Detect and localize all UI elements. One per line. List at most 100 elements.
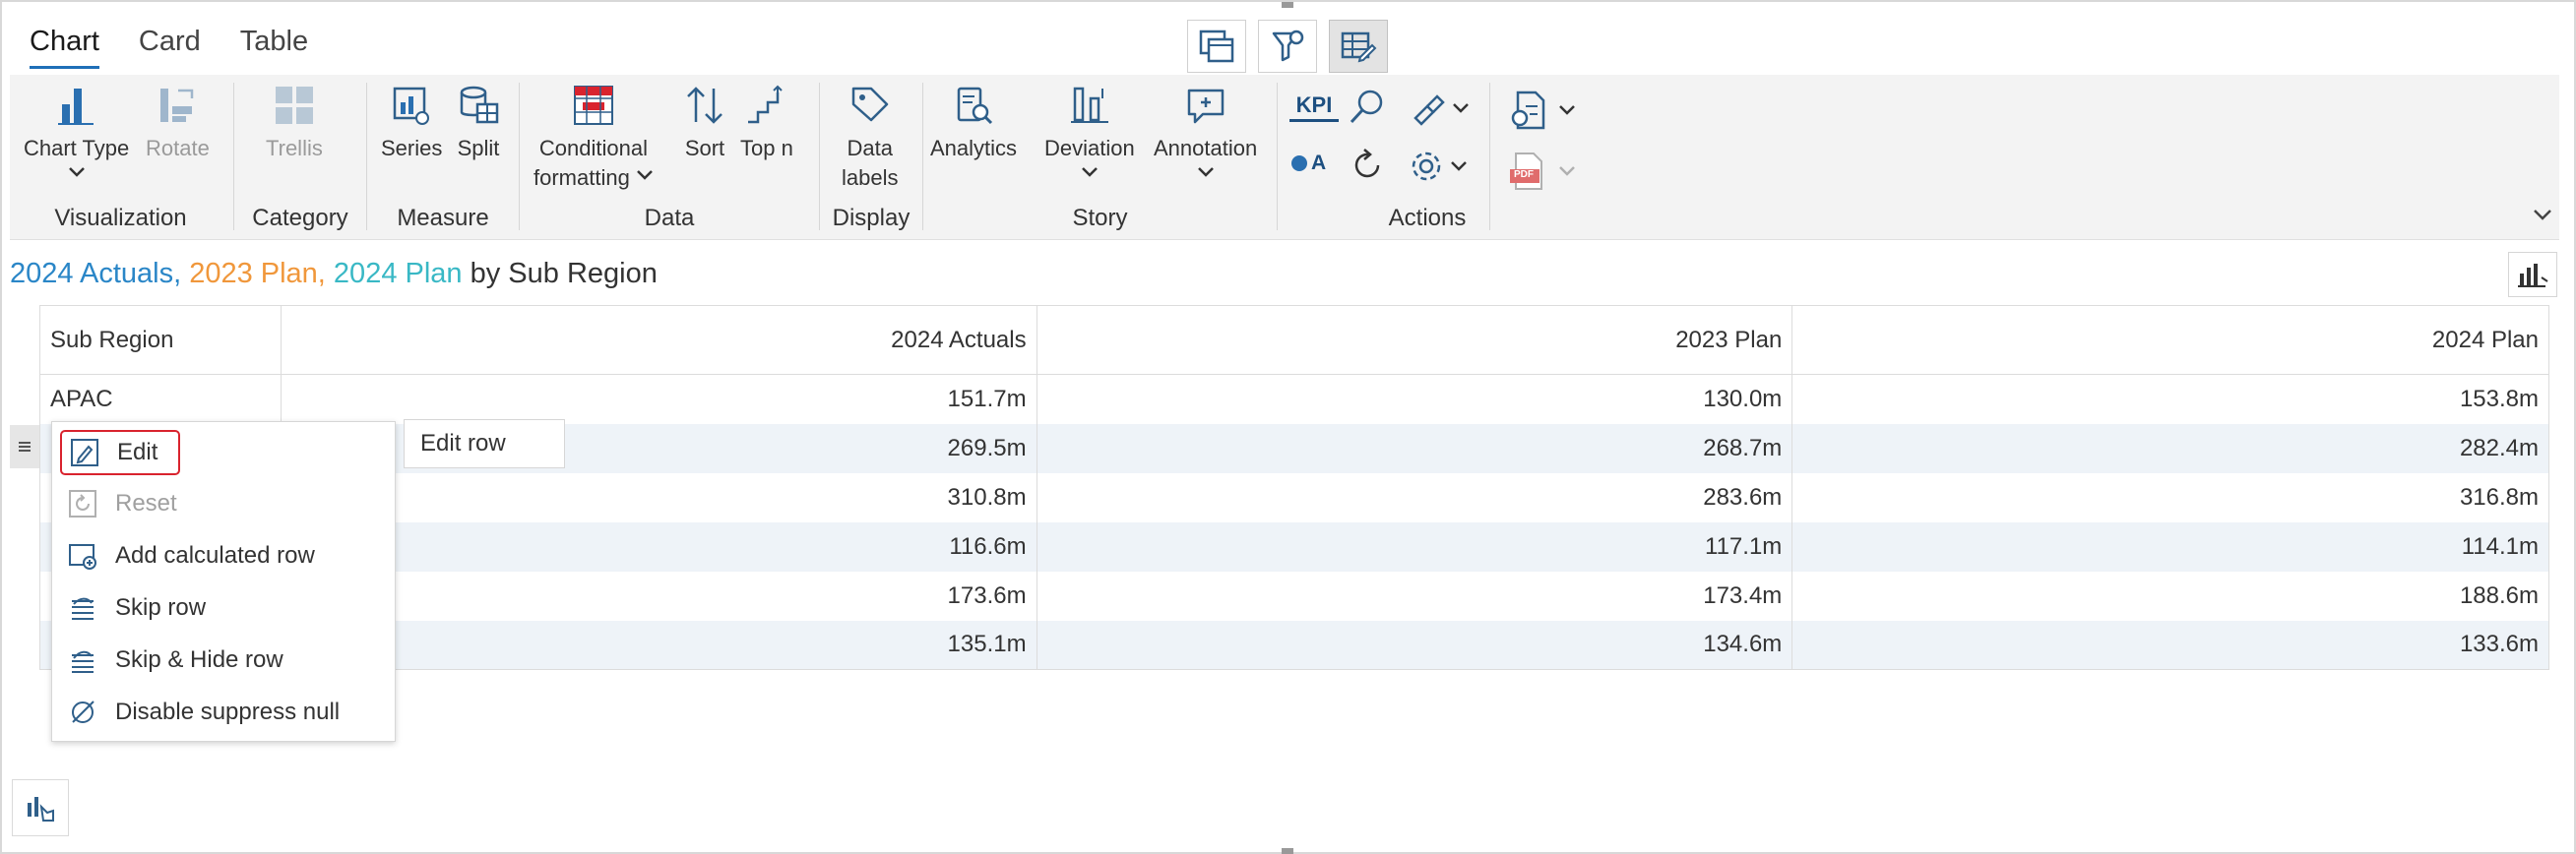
data-labels-button[interactable]: Data labels (842, 83, 898, 193)
ribbon-toolbar: Chart Type Rotate Visualization Trellis (10, 75, 2559, 240)
rotate-label: Rotate (146, 136, 210, 160)
tab-chart[interactable]: Chart (30, 26, 99, 69)
paintbrush-icon (1414, 94, 1445, 126)
story-group-label: Story (1072, 205, 1128, 231)
format-brush-button[interactable] (1408, 89, 1471, 128)
trellis-button[interactable]: Trellis (266, 83, 323, 163)
gear-icon (1412, 152, 1441, 181)
conditional-label: Conditional (538, 136, 648, 160)
value-cell: 282.4m (1791, 423, 2549, 473)
pdf-export-button[interactable]: PDF (1506, 150, 1577, 193)
chart-type-label: Chart Type (24, 136, 130, 160)
resize-handle[interactable] (1282, 2, 1293, 8)
top-n-button[interactable]: Top n (740, 83, 793, 163)
search-button[interactable] (1347, 87, 1388, 133)
analytics-button[interactable]: Analytics (930, 83, 1017, 163)
row-menu-handle[interactable] (10, 425, 39, 468)
sort-button[interactable]: Sort (682, 83, 727, 163)
column-header[interactable]: 2024 Plan (1791, 305, 2549, 375)
value-cell: 188.6m (1791, 571, 2549, 621)
ribbon-collapse-button[interactable] (2532, 207, 2553, 227)
row-context-menu: Edit Reset Add calculated row Skip row S… (51, 421, 396, 742)
column-header[interactable]: 2023 Plan (1037, 305, 1793, 375)
table-row[interactable]: 173.6m 173.4m 188.6m (39, 571, 2549, 621)
value-cell: 134.6m (1037, 620, 1793, 670)
menu-item-label: Reset (115, 490, 177, 517)
top-n-label: Top n (740, 136, 793, 160)
skip-hide-row-icon (72, 650, 94, 673)
chevron-down-icon (636, 170, 653, 180)
rotate-button[interactable]: Rotate (146, 83, 210, 163)
deviation-icon (1070, 87, 1108, 123)
menu-item-reset[interactable]: Reset (60, 481, 177, 526)
table-row[interactable]: 116.6m 117.1m 114.1m (39, 521, 2549, 572)
chart-window-toggle[interactable] (1187, 20, 1246, 73)
group-visualization: Chart Type Rotate Visualization (10, 75, 231, 240)
hamburger-icon (19, 442, 31, 452)
table-row[interactable]: 310.8m 283.6m 316.8m (39, 472, 2549, 522)
conditional-formatting-button[interactable]: Conditional formatting (534, 83, 654, 193)
chart-gesture-icon (28, 797, 54, 822)
chevron-down-icon (1559, 166, 1575, 176)
formatting-label: formatting (534, 165, 630, 190)
menu-item-edit[interactable]: Edit (60, 430, 180, 475)
display-group-label: Display (832, 205, 911, 231)
table-row[interactable]: 135.1m 134.6m 133.6m (39, 620, 2549, 670)
group-category: Trellis Category (236, 75, 364, 240)
tab-card[interactable]: Card (139, 26, 201, 69)
value-cell: 268.7m (1037, 423, 1793, 473)
chart-options-button[interactable] (2508, 252, 2557, 297)
conditional-formatting-icon (573, 86, 613, 125)
tab-table[interactable]: Table (240, 26, 308, 69)
resize-handle[interactable] (1282, 848, 1293, 854)
chart-type-button[interactable]: Chart Type (24, 83, 129, 185)
refresh-button[interactable] (1349, 146, 1388, 190)
settings-button[interactable] (1408, 148, 1469, 185)
deviation-button[interactable]: Deviation (1044, 83, 1135, 185)
chart-assistant-button[interactable] (12, 779, 69, 836)
disable-null-icon (72, 701, 94, 723)
search-icon (1350, 90, 1383, 124)
column-header[interactable]: 2024 Actuals (281, 305, 1037, 375)
value-cell: 117.1m (1037, 521, 1793, 572)
value-cell: 316.8m (1791, 472, 2549, 522)
chart-settings-icon (2518, 264, 2548, 287)
table-row[interactable]: APAC 151.7m 130.0m 153.8m (39, 374, 2549, 424)
series-label: Series (381, 136, 443, 160)
skip-row-icon (72, 597, 94, 620)
measure-group-label: Measure (397, 205, 489, 231)
value-cell: 133.6m (1791, 620, 2549, 670)
group-story: Analytics Deviation Annotation Story (925, 75, 1275, 240)
menu-item-label: Add calculated row (115, 542, 315, 569)
value-cell: 283.6m (1037, 472, 1793, 522)
tag-icon (851, 87, 888, 122)
ribbon-separator (1277, 83, 1278, 230)
ribbon-separator (922, 83, 923, 230)
annotation-icon (1187, 89, 1224, 124)
legend-button[interactable]: A (1291, 152, 1326, 175)
top-n-icon (747, 85, 783, 124)
series-button[interactable]: Series (381, 83, 442, 163)
group-measure: Series Split Measure (369, 75, 517, 240)
title-series-2: 2023 Plan, (181, 258, 326, 289)
export-settings-button[interactable] (1506, 89, 1577, 132)
sort-icon (687, 87, 723, 124)
menu-item-add-calculated-row[interactable]: Add calculated row (60, 533, 315, 579)
data-labels-label-1: Data (847, 136, 893, 160)
dot-icon (1291, 155, 1307, 171)
column-header[interactable]: Sub Region (39, 305, 282, 375)
annotation-button[interactable]: Annotation (1154, 83, 1257, 185)
menu-item-skip-hide-row[interactable]: Skip & Hide row (60, 638, 283, 683)
value-cell: 153.8m (1791, 374, 2549, 424)
table-edit-toggle[interactable] (1329, 20, 1388, 73)
edit-row-tooltip: Edit row (404, 419, 565, 468)
menu-item-disable-suppress-null[interactable]: Disable suppress null (60, 690, 340, 735)
ribbon-separator (519, 83, 520, 230)
split-button[interactable]: Split (456, 83, 501, 163)
chevron-down-icon (1451, 161, 1467, 171)
filter-toggle[interactable] (1258, 20, 1317, 73)
kpi-button[interactable]: KPI (1289, 92, 1339, 122)
menu-item-skip-row[interactable]: Skip row (60, 585, 206, 631)
chevron-down-icon (1197, 167, 1214, 177)
filter-icon (1272, 30, 1304, 62)
